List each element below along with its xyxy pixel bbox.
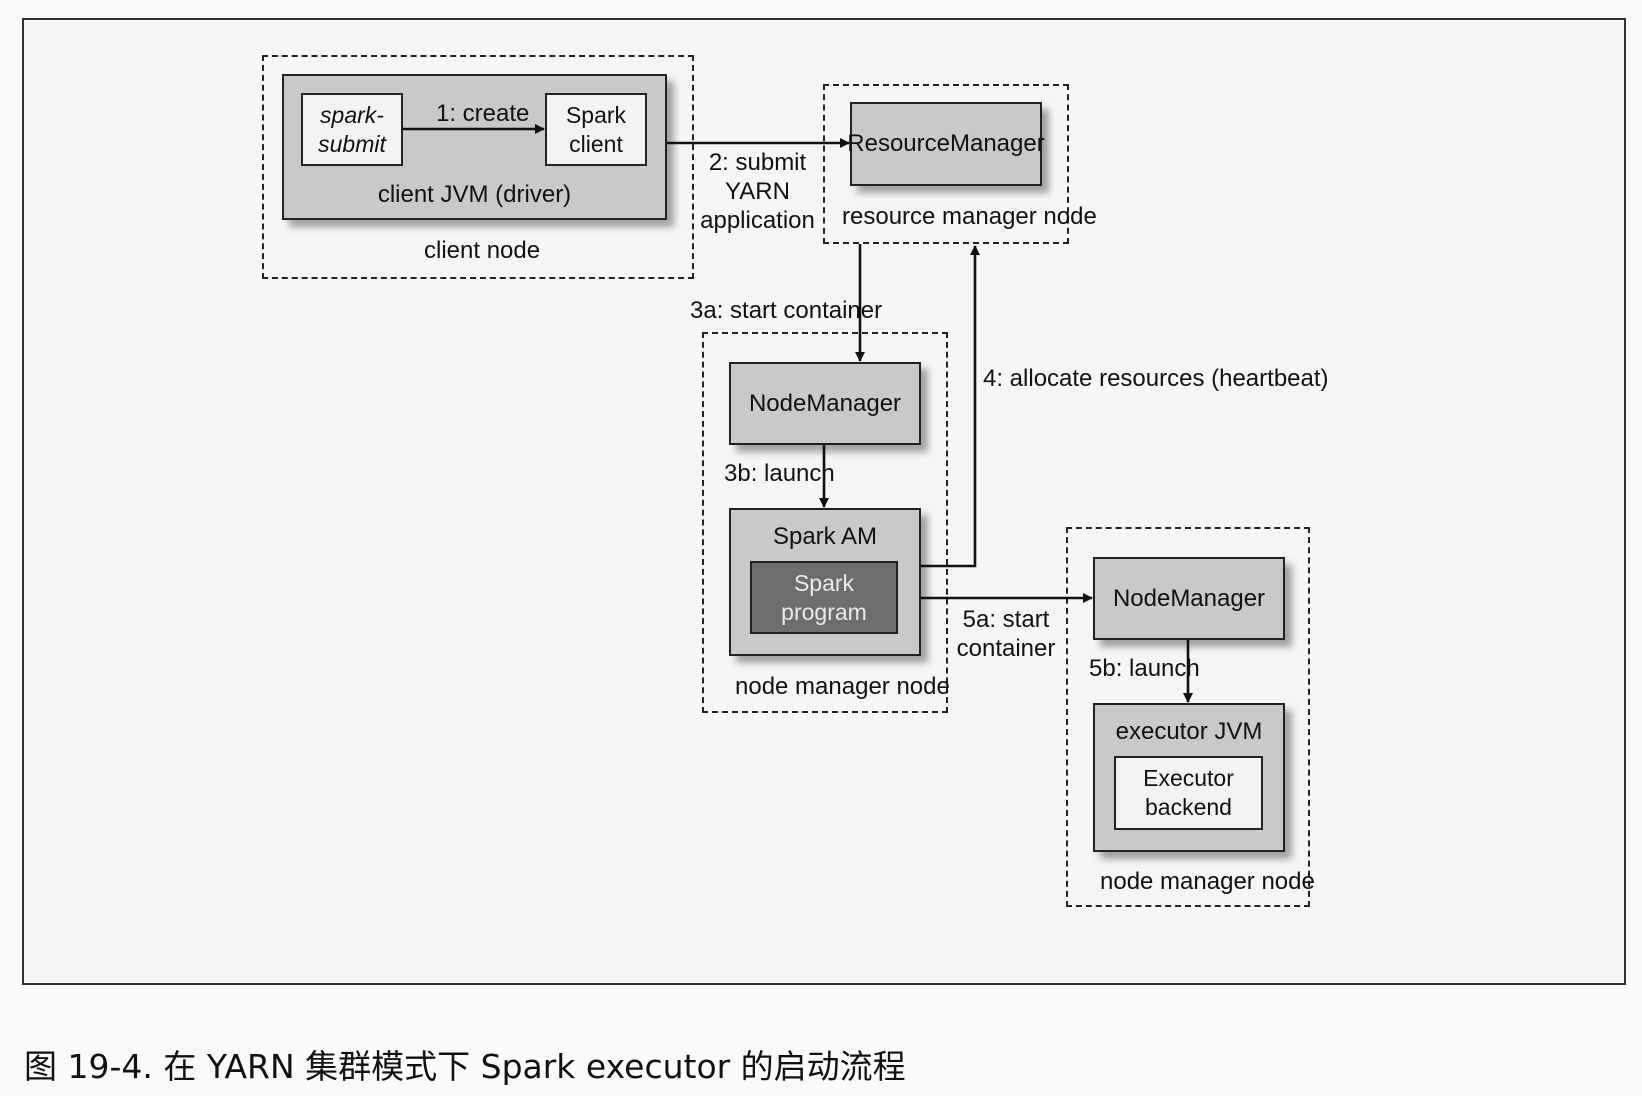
edge-label-start-container-3a: 3a: start container: [690, 297, 883, 324]
figure: client JVM (driver) spark- submit Spark …: [0, 0, 1642, 1096]
edge-label-create: 1: create: [436, 100, 530, 127]
edge-label-start-container-5a: 5a: start container: [956, 606, 1056, 662]
figure-caption: 图 19-4. 在 YARN 集群模式下 Spark executor 的启动流…: [24, 1047, 906, 1086]
edge-label-allocate: 4: allocate resources (heartbeat): [983, 365, 1329, 392]
flow-arrows: [403, 124, 1193, 703]
edge-label-submit: 2: submit YARN application: [700, 149, 815, 234]
arrow-allocate: [921, 245, 980, 568]
edge-label-launch-5b: 5b: launch: [1089, 655, 1200, 682]
edge-label-launch-3b: 3b: launch: [724, 460, 835, 487]
